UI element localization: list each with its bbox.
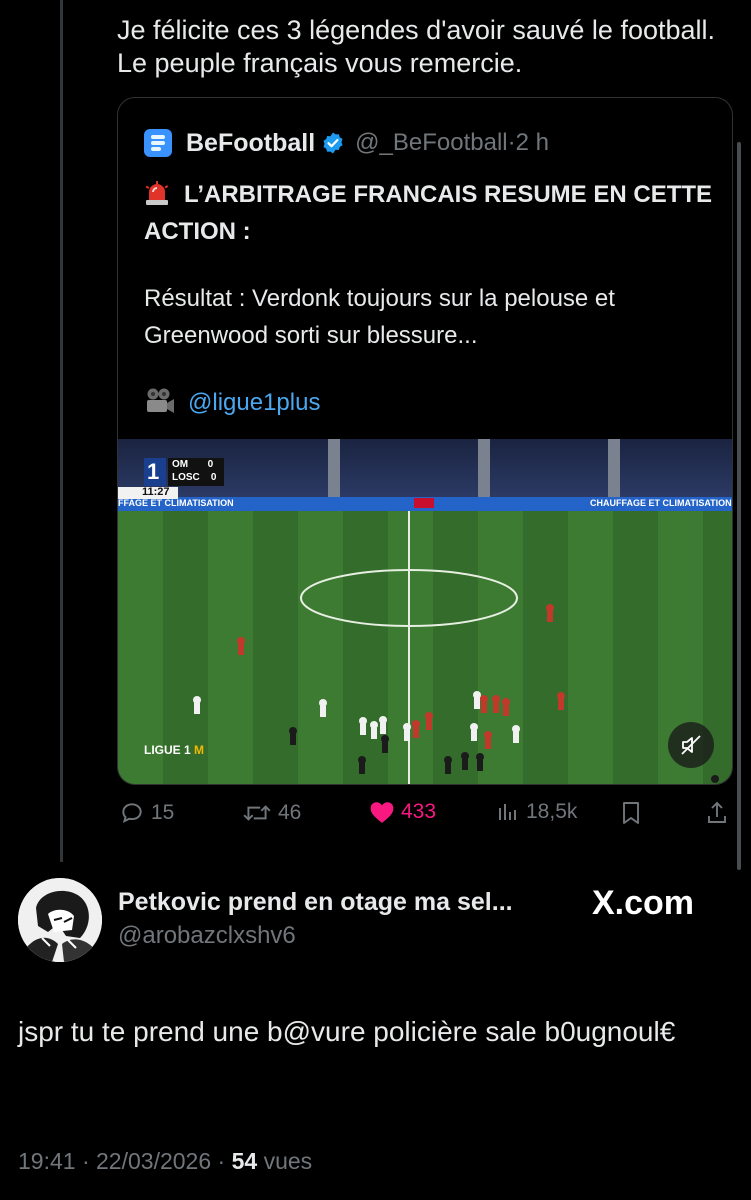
views-icon	[499, 804, 516, 820]
video-player[interactable]: 1 OM 0 LOSC 0 11:27 FFAGE ET CLIMATISATI…	[118, 439, 732, 784]
quoted-author-handle[interactable]: @_BeFootball·2 h	[355, 129, 549, 157]
quoted-result-text: Résultat : Verdonk toujours sur la pelou…	[144, 285, 615, 349]
movie-camera-icon	[147, 388, 174, 413]
mute-button[interactable]	[668, 722, 714, 768]
thread-connector-line	[60, 0, 63, 862]
like-button[interactable]: 433	[369, 800, 436, 824]
avatar[interactable]	[18, 878, 102, 962]
verified-badge-icon	[323, 132, 343, 154]
repost-icon	[243, 805, 271, 821]
ligue1-watermark: LIGUE 1 M	[144, 743, 205, 757]
bookmark-button[interactable]	[619, 800, 649, 826]
quoted-headline: L’ARBITRAGE FRANCAIS RESUME EN CETTE ACT…	[144, 181, 713, 245]
views-count: 18,5k	[526, 800, 578, 823]
tweet-actions-bar: 15 46 433 18,5k	[117, 800, 737, 836]
views-label: vues	[263, 1148, 313, 1174]
quoted-tweet-header: BeFootball @_BeFootball·2 h	[144, 128, 549, 158]
tweet-date[interactable]: 22/03/2026	[96, 1148, 211, 1174]
reply-button[interactable]: 15	[119, 800, 174, 826]
reply-icon	[122, 803, 142, 823]
match-clock: 11:27	[142, 486, 170, 498]
tweet-meta: 19:41 · 22/03/2026 · 54 vues	[18, 1148, 313, 1174]
scrollbar[interactable]	[737, 142, 741, 870]
quoted-tweet-body: L’ARBITRAGE FRANCAIS RESUME EN CETTE ACT…	[144, 176, 719, 421]
scoreboard: OM 0 LOSC 0	[172, 459, 217, 483]
views-button[interactable]: 18,5k	[494, 800, 577, 824]
repost-count: 46	[278, 801, 302, 824]
share-button[interactable]	[705, 800, 735, 826]
ad-board-left: FFAGE ET CLIMATISATION	[118, 498, 234, 508]
video-frame	[118, 439, 732, 784]
tweet-time[interactable]: 19:41	[18, 1148, 76, 1174]
quoted-tweet-card[interactable]: BeFootball @_BeFootball·2 h L’ARBITRAGE …	[117, 97, 733, 785]
parent-tweet-text: Je félicite ces 3 légendes d'avoir sauvé…	[117, 15, 716, 78]
ligue1plus-link[interactable]: @ligue1plus	[188, 389, 320, 416]
reply-author-name[interactable]: Petkovic prend en otage ma sel...	[118, 888, 513, 917]
ad-board-right: CHAUFFAGE ET CLIMATISATION	[590, 498, 732, 508]
x-com-brand: X.com	[592, 884, 695, 922]
quoted-credit: @ligue1plus	[144, 384, 719, 421]
share-icon	[708, 801, 726, 823]
reply-author-handle[interactable]: @arobazclxshv6	[118, 922, 296, 950]
reply-count: 15	[151, 801, 175, 824]
bookmark-icon	[623, 802, 639, 824]
ligue1-badge: 1	[147, 459, 160, 484]
views-total: 54	[231, 1148, 258, 1174]
heart-icon	[370, 802, 394, 823]
reply-text: jspr tu te prend une b@vure policière sa…	[18, 1016, 676, 1047]
quoted-author-name[interactable]: BeFootball	[186, 129, 315, 158]
mute-icon	[681, 735, 701, 755]
repost-button[interactable]: 46	[242, 800, 301, 826]
siren-icon	[145, 181, 169, 205]
befootball-logo-icon[interactable]	[144, 129, 172, 157]
like-count: 433	[401, 800, 437, 823]
